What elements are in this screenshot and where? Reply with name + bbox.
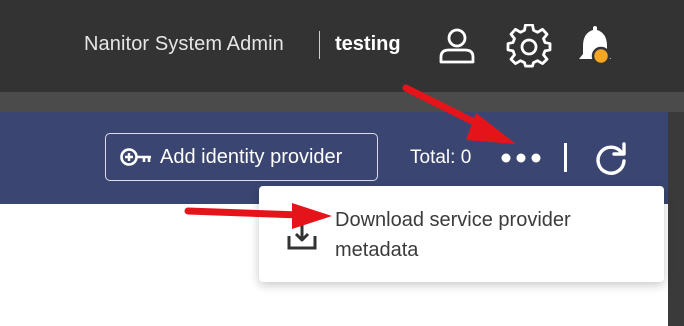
page-edge <box>668 112 684 326</box>
refresh-icon <box>596 142 626 175</box>
add-identity-provider-label: Add identity provider <box>160 145 343 168</box>
navbar-divider <box>319 31 320 59</box>
add-identity-provider-button[interactable]: Add identity provider <box>105 133 378 181</box>
refresh-button[interactable] <box>593 141 629 182</box>
more-options-button[interactable] <box>500 146 542 170</box>
download-sp-metadata-item[interactable]: Download service provider metadata <box>259 186 664 282</box>
top-navbar: Nanitor System Admin testing <box>0 0 684 92</box>
tenant-name[interactable]: testing <box>335 33 401 56</box>
user-icon[interactable] <box>437 27 477 70</box>
download-icon <box>287 224 317 255</box>
more-dots-icon <box>501 153 541 163</box>
header-gap <box>0 92 684 112</box>
more-options-menu: Download service provider metadata <box>259 186 664 282</box>
organization-name[interactable]: Nanitor System Admin <box>84 33 284 56</box>
toolbar-divider <box>564 143 567 172</box>
bell-icon[interactable] <box>575 24 615 73</box>
gear-icon[interactable] <box>506 23 552 75</box>
download-sp-metadata-label: Download service provider metadata <box>335 209 571 261</box>
total-count: Total: 0 <box>410 147 472 168</box>
key-add-icon <box>120 148 151 166</box>
